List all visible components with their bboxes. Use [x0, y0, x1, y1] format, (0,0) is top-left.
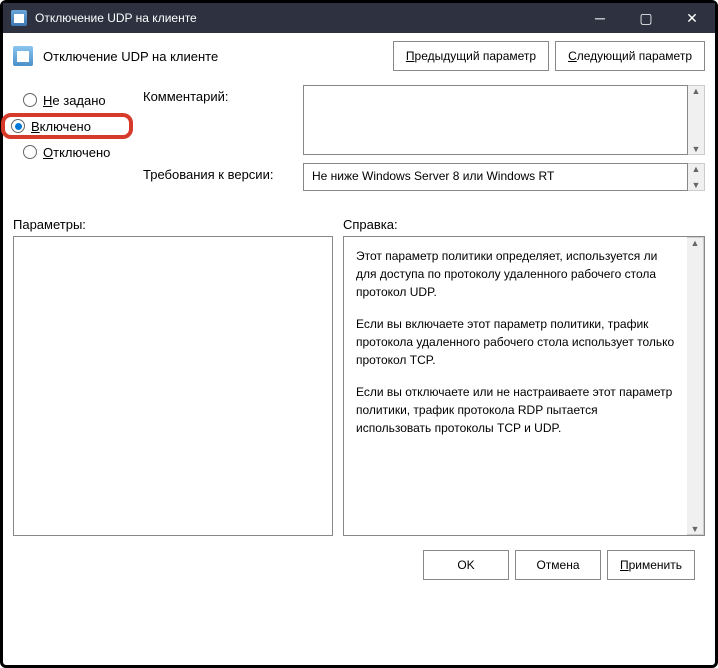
scrollbar[interactable]: ▲▼	[688, 85, 705, 155]
next-param-button[interactable]: Следующий параметр	[555, 41, 705, 71]
radio-enabled[interactable]: Включено	[1, 113, 133, 139]
help-paragraph: Если вы отключаете или не настраиваете э…	[356, 383, 675, 437]
help-text: Этот параметр политики определяет, испол…	[344, 237, 687, 535]
maximize-button[interactable]: ▢	[623, 3, 669, 33]
ok-button[interactable]: OK	[423, 550, 509, 580]
prev-param-button[interactable]: ППредыдущий параметрредыдущий параметр	[393, 41, 549, 71]
scrollbar[interactable]: ▲▼	[687, 237, 704, 535]
radio-not-configured[interactable]: Не задано	[13, 87, 133, 113]
close-button[interactable]: ✕	[669, 3, 715, 33]
params-pane-label: Параметры:	[13, 217, 333, 232]
comment-label: Комментарий:	[143, 85, 303, 155]
radio-disabled[interactable]: Отключено	[13, 139, 133, 165]
scrollbar[interactable]: ▲▼	[688, 163, 705, 191]
radio-icon	[11, 119, 25, 133]
window-title: Отключение UDP на клиенте	[35, 11, 197, 25]
title-bar: Отключение UDP на клиенте ─ ▢ ✕	[3, 3, 715, 33]
help-pane-label: Справка:	[343, 217, 398, 232]
radio-icon	[23, 145, 37, 159]
help-paragraph: Этот параметр политики определяет, испол…	[356, 247, 675, 301]
comment-textarea[interactable]	[303, 85, 688, 155]
help-paragraph: Если вы включаете этот параметр политики…	[356, 315, 675, 369]
header-row: Отключение UDP на клиенте ППредыдущий па…	[13, 41, 705, 71]
state-radios: Не задано Включено Отключено	[13, 85, 133, 199]
radio-icon	[23, 93, 37, 107]
params-pane	[13, 236, 333, 536]
policy-icon	[13, 46, 33, 66]
requirements-box: Не ниже Windows Server 8 или Windows RT	[303, 163, 688, 191]
apply-button[interactable]: Применить	[607, 550, 695, 580]
cancel-button[interactable]: Отмена	[515, 550, 601, 580]
minimize-button[interactable]: ─	[577, 3, 623, 33]
footer-buttons: OK Отмена Применить	[13, 536, 705, 590]
help-pane: Этот параметр политики определяет, испол…	[343, 236, 705, 536]
requirements-label: Требования к версии:	[143, 163, 303, 191]
app-icon	[11, 10, 27, 26]
policy-title: Отключение UDP на клиенте	[43, 49, 218, 64]
